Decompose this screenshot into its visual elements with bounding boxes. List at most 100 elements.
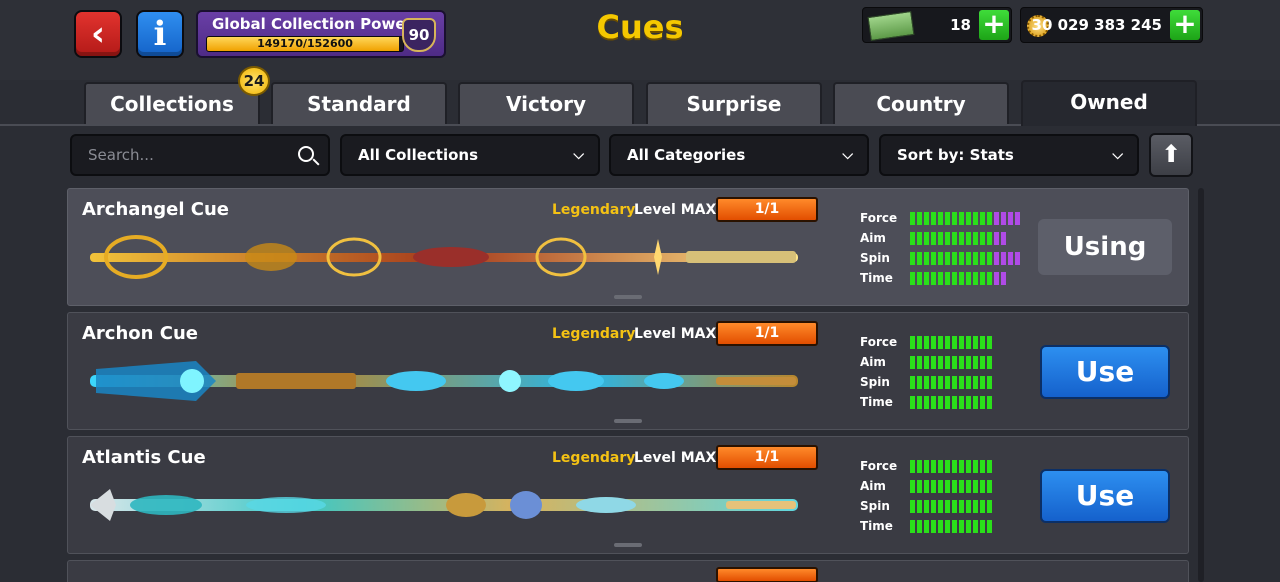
stat-segment xyxy=(980,396,985,409)
stat-bar xyxy=(910,396,992,409)
stat-segment xyxy=(952,356,957,369)
stat-segment xyxy=(938,500,943,513)
tab-surprise[interactable]: Surprise xyxy=(646,82,822,124)
stat-label: Time xyxy=(860,519,893,533)
stat-segment xyxy=(973,480,978,493)
use-button[interactable]: Use xyxy=(1040,345,1170,399)
cue-rarity: Legendary xyxy=(552,450,636,466)
stat-segment xyxy=(945,232,950,245)
stat-segment xyxy=(987,212,992,225)
stat-bar xyxy=(910,232,1006,245)
stat-row-force: Force xyxy=(860,333,1020,353)
stat-segment xyxy=(973,460,978,473)
stat-segment xyxy=(945,376,950,389)
tab-country[interactable]: Country xyxy=(833,82,1009,124)
cue-level: Level MAX xyxy=(634,450,717,466)
stat-row-spin: Spin xyxy=(860,373,1020,393)
stat-bar xyxy=(910,376,992,389)
stat-bar xyxy=(910,336,992,349)
stat-segment xyxy=(987,252,992,265)
stat-label: Aim xyxy=(860,231,886,245)
stat-segment xyxy=(910,376,915,389)
stat-segment xyxy=(910,212,915,225)
cue-owned-count: 1/1 xyxy=(716,197,818,222)
stat-bar xyxy=(910,212,1020,225)
cue-name: Archangel Cue xyxy=(82,199,230,220)
stat-segment xyxy=(938,252,943,265)
stat-segment xyxy=(966,376,971,389)
tab-victory[interactable]: Victory xyxy=(458,82,634,124)
archon-cue-image xyxy=(90,361,798,401)
stat-segment-bonus xyxy=(1001,232,1006,245)
stat-segment xyxy=(917,396,922,409)
sort-direction-button[interactable]: ⬆ xyxy=(1149,133,1193,177)
cue-card-atlantis[interactable]: Atlantis Cue Legendary Level MAX 1/1 For… xyxy=(67,436,1189,554)
stat-segment xyxy=(931,252,936,265)
stat-segment xyxy=(987,500,992,513)
stat-segment xyxy=(910,232,915,245)
stat-segment xyxy=(924,336,929,349)
stat-row-aim: Aim xyxy=(860,229,1020,249)
cue-page-indicator xyxy=(614,295,642,299)
stat-segment xyxy=(910,460,915,473)
add-coins-button[interactable]: + xyxy=(1170,10,1200,40)
cue-card-archangel[interactable]: Archangel Cue Legendary Level MAX 1/1 Fo… xyxy=(67,188,1189,306)
cue-card-archon[interactable]: Archon Cue Legendary Level MAX 1/1 Force… xyxy=(67,312,1189,430)
stat-segment xyxy=(938,272,943,285)
coin-amount: 30 029 383 245 xyxy=(1031,16,1162,34)
search-input[interactable]: Search... xyxy=(70,134,330,176)
stat-segment xyxy=(959,520,964,533)
tab-collections[interactable]: Collections xyxy=(84,82,260,124)
stat-bar xyxy=(910,460,992,473)
stat-segment xyxy=(959,396,964,409)
stat-label: Force xyxy=(860,335,898,349)
stat-segment-bonus xyxy=(1001,212,1006,225)
stat-segment xyxy=(938,336,943,349)
stat-segment xyxy=(910,272,915,285)
add-cash-button[interactable]: + xyxy=(979,10,1009,40)
stat-segment xyxy=(966,500,971,513)
stat-segment xyxy=(938,460,943,473)
use-button[interactable]: Use xyxy=(1040,469,1170,523)
stat-segment xyxy=(959,272,964,285)
stat-segment xyxy=(945,460,950,473)
stat-segment xyxy=(987,396,992,409)
stat-segment xyxy=(987,520,992,533)
cue-card-partial[interactable] xyxy=(67,560,1189,582)
stat-segment xyxy=(945,480,950,493)
atlantis-cue-image xyxy=(90,489,798,521)
stat-segment xyxy=(987,480,992,493)
stat-segment xyxy=(973,376,978,389)
chevron-down-icon: ⌵ xyxy=(1112,147,1123,163)
chevron-down-icon: ⌵ xyxy=(573,147,584,163)
stat-segment xyxy=(945,396,950,409)
tab-owned[interactable]: Owned xyxy=(1021,80,1197,126)
list-scrollbar[interactable] xyxy=(1198,188,1204,582)
stat-segment xyxy=(910,336,915,349)
stat-segment xyxy=(938,376,943,389)
stat-segment-bonus xyxy=(1015,252,1020,265)
collection-dropdown[interactable]: All Collections ⌵ xyxy=(340,134,600,176)
stat-segment xyxy=(987,460,992,473)
stat-segment xyxy=(959,480,964,493)
category-dropdown[interactable]: All Categories ⌵ xyxy=(609,134,869,176)
stat-segment xyxy=(917,252,922,265)
cue-stats: Force Aim Spin Time xyxy=(860,457,1020,537)
stat-segment xyxy=(931,520,936,533)
stat-row-time: Time xyxy=(860,393,1020,413)
stat-segment xyxy=(980,480,985,493)
tab-standard[interactable]: Standard xyxy=(271,82,447,124)
stat-segment xyxy=(910,396,915,409)
stat-segment xyxy=(945,272,950,285)
stat-segment xyxy=(938,520,943,533)
using-button[interactable]: Using xyxy=(1038,219,1172,275)
stat-segment xyxy=(917,460,922,473)
stat-row-time: Time xyxy=(860,269,1020,289)
stat-label: Spin xyxy=(860,251,890,265)
stat-segment xyxy=(924,232,929,245)
stat-segment xyxy=(980,356,985,369)
stat-segment xyxy=(952,212,957,225)
sort-dropdown[interactable]: Sort by: Stats ⌵ xyxy=(879,134,1139,176)
stat-segment xyxy=(987,336,992,349)
stat-label: Time xyxy=(860,271,893,285)
